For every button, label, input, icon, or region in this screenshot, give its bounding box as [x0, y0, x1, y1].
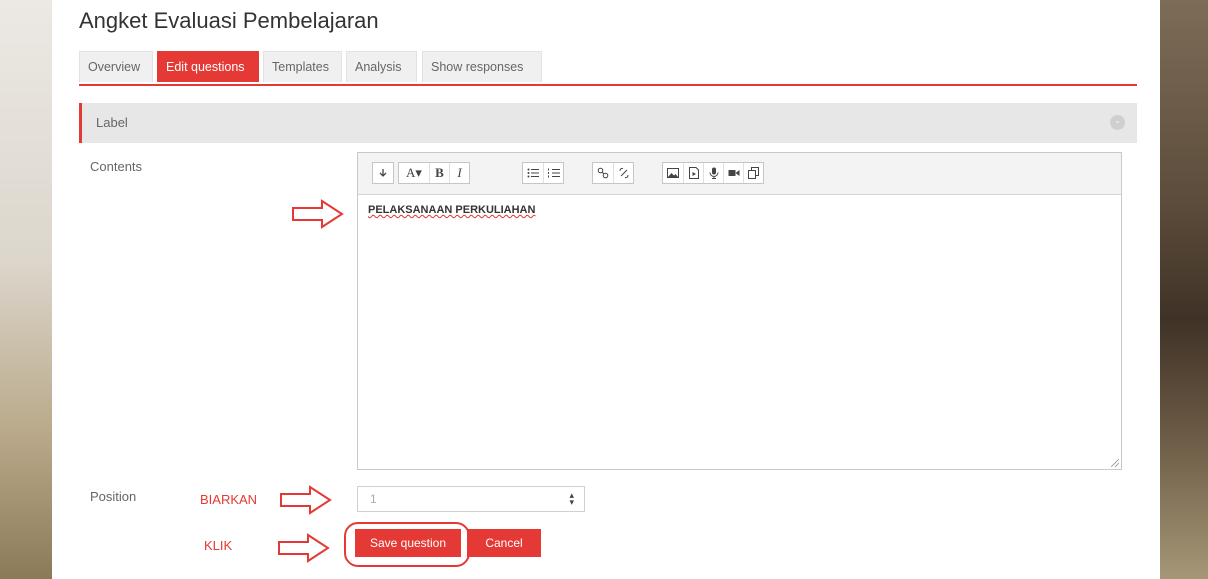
arrow-right-icon: [292, 199, 344, 229]
page-title: Angket Evaluasi Pembelajaran: [79, 8, 379, 33]
background-right: [1160, 0, 1208, 579]
editor-content-area[interactable]: PELAKSANAAN PERKULIAHAN: [358, 194, 1121, 469]
annotation-klik: KLIK: [204, 538, 233, 553]
image-icon[interactable]: [663, 163, 683, 183]
manage-files-icon[interactable]: [743, 163, 763, 183]
toolbar-group-3: [522, 162, 564, 184]
annotation-biarkan: BIARKAN: [200, 492, 258, 507]
toolbar-group-4: [592, 162, 634, 184]
tab-edit-questions[interactable]: Edit questions: [157, 51, 259, 82]
toolbar-group-1: [372, 162, 394, 184]
toolbar-group-2: A▾ B I: [398, 162, 470, 184]
bold-icon[interactable]: B: [429, 163, 449, 183]
contents-label: Contents: [90, 159, 143, 174]
resize-handle[interactable]: [1111, 459, 1119, 467]
position-label: Position: [90, 489, 137, 504]
editor-toolbar: A▾ B I: [358, 153, 1121, 195]
arrow-right-icon: [280, 485, 332, 515]
editor-text: PELAKSANAAN PERKULIAHAN: [368, 204, 536, 216]
tab-overview[interactable]: Overview: [79, 51, 153, 82]
collapse-icon[interactable]: -: [1110, 115, 1125, 130]
toolbar-group-5: [662, 162, 764, 184]
main-panel: Angket Evaluasi Pembelajaran Overview Ed…: [52, 0, 1160, 579]
italic-icon[interactable]: I: [449, 163, 469, 183]
position-select[interactable]: 1 ▴ ▾: [357, 486, 585, 512]
text-style-icon[interactable]: A▾: [399, 163, 429, 183]
arrow-right-icon: [278, 533, 330, 563]
select-caret-icon: ▴ ▾: [569, 490, 574, 507]
tab-analysis[interactable]: Analysis: [346, 51, 417, 82]
rich-text-editor: A▾ B I PELAKSANAAN PERKULIAHAN: [357, 152, 1122, 470]
record-video-icon[interactable]: [723, 163, 743, 183]
unordered-list-icon[interactable]: [523, 163, 543, 183]
ordered-list-icon[interactable]: [543, 163, 563, 183]
tab-show-responses[interactable]: Show responses: [422, 51, 542, 82]
cancel-button[interactable]: Cancel: [467, 529, 541, 557]
record-audio-icon[interactable]: [703, 163, 723, 183]
collapse-toolbar-icon[interactable]: [373, 163, 393, 183]
link-icon[interactable]: [593, 163, 613, 183]
section-label: Label: [96, 115, 128, 130]
tab-bar: Overview Edit questions Templates Analys…: [79, 51, 1137, 86]
section-header[interactable]: Label -: [79, 103, 1137, 143]
tab-templates[interactable]: Templates: [263, 51, 342, 82]
unlink-icon[interactable]: [613, 163, 633, 183]
media-icon[interactable]: [683, 163, 703, 183]
position-select-value: 1: [370, 492, 377, 506]
background-left: [0, 0, 52, 579]
highlight-circle: [344, 522, 470, 567]
